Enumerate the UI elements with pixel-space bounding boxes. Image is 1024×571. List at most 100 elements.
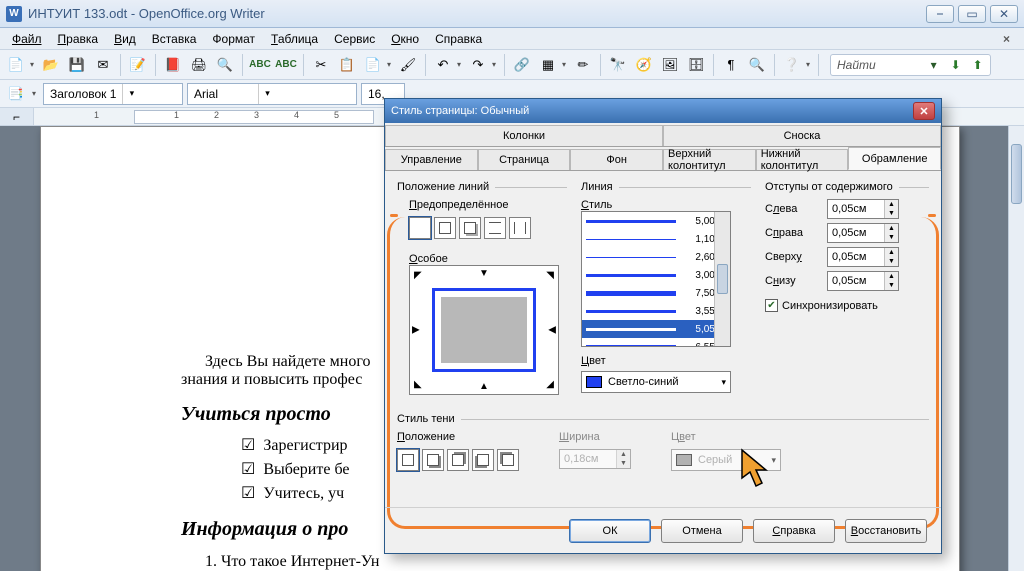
redo-dropdown[interactable]: ▾: [489, 60, 499, 69]
page-style-dialog: Стиль страницы: Обычный ✕ Колонки Сноска…: [384, 98, 942, 554]
zoom-button[interactable]: 🔍: [745, 53, 769, 77]
find-label: Найти: [833, 58, 880, 72]
undo-button[interactable]: ↶: [431, 53, 455, 77]
menu-bar: Файл Правка Вид Вставка Формат Таблица С…: [0, 28, 1024, 50]
cancel-button[interactable]: Отмена: [661, 519, 743, 543]
edit-doc-button[interactable]: 📝: [126, 53, 150, 77]
menu-window[interactable]: Окно: [383, 30, 427, 48]
border-preview[interactable]: ◤◥ ◣◢ ▼ ▲ ▶ ◀: [409, 265, 559, 395]
shadow-br[interactable]: [422, 449, 444, 471]
menu-table[interactable]: Таблица: [263, 30, 326, 48]
menu-help[interactable]: Справка: [427, 30, 490, 48]
reset-button[interactable]: Восстановить: [845, 519, 927, 543]
print-preview-button[interactable]: 🔍: [213, 53, 237, 77]
table-button[interactable]: ▦: [536, 53, 560, 77]
preset-none[interactable]: [409, 217, 431, 239]
shadow-tr[interactable]: [447, 449, 469, 471]
find-prev-button[interactable]: ⬆: [968, 56, 988, 74]
group-padding: Отступы от содержимого: [765, 181, 929, 193]
help-dropdown[interactable]: ▾: [803, 60, 813, 69]
nonprinting-chars-button[interactable]: ¶: [719, 53, 743, 77]
cut-button[interactable]: ✂: [309, 53, 333, 77]
tab-columns[interactable]: Колонки: [385, 125, 663, 146]
style-list-scrollbar[interactable]: [714, 212, 730, 346]
find-input[interactable]: [882, 56, 922, 74]
menu-insert[interactable]: Вставка: [144, 30, 205, 48]
shadow-position-row: [397, 449, 519, 471]
shadow-none[interactable]: [397, 449, 419, 471]
email-button[interactable]: ✉: [91, 53, 115, 77]
document-close-button[interactable]: ×: [993, 30, 1020, 48]
find-next-button[interactable]: ⬇: [946, 56, 966, 74]
font-name-combo[interactable]: Arial ▾: [187, 83, 357, 105]
preset-box[interactable]: [434, 217, 456, 239]
line-color-combo[interactable]: Светло-синий ▾: [581, 371, 731, 393]
preset-shadow[interactable]: [459, 217, 481, 239]
navigator-button[interactable]: 🧭: [632, 53, 656, 77]
find-dropdown[interactable]: ▾: [924, 56, 944, 74]
data-sources-button[interactable]: 🗄: [684, 53, 708, 77]
styles-dropdown[interactable]: ▾: [29, 89, 39, 98]
color-caret[interactable]: ▾: [721, 377, 726, 388]
dialog-title-bar[interactable]: Стиль страницы: Обычный ✕: [385, 99, 941, 123]
tab-manage[interactable]: Управление: [385, 149, 478, 170]
menu-edit[interactable]: Правка: [50, 30, 107, 48]
padding-top-input[interactable]: 0,05см▲▼: [827, 247, 899, 267]
help-button[interactable]: Справка: [753, 519, 835, 543]
tab-background[interactable]: Фон: [570, 149, 663, 170]
preset-4[interactable]: [509, 217, 531, 239]
undo-dropdown[interactable]: ▾: [454, 60, 464, 69]
close-window-button[interactable]: ✕: [990, 5, 1018, 23]
hyperlink-button[interactable]: 🔗: [510, 53, 534, 77]
standard-toolbar: 📄▾ 📂 💾 ✉ 📝 📕 🖨 🔍 ABC ABC ✂ 📋 📄▾ 🖌 ↶▾ ↷▾ …: [0, 50, 1024, 80]
table-dropdown[interactable]: ▾: [559, 60, 569, 69]
menu-tools[interactable]: Сервис: [326, 30, 383, 48]
line-style-list[interactable]: 5,00 pt 1,10 pt 2,60 pt 3,00 pt 7,50 pt …: [581, 211, 731, 347]
padding-left-input[interactable]: 0,05см▲▼: [827, 199, 899, 219]
shadow-tl[interactable]: [497, 449, 519, 471]
tabs-row-2: Управление Страница Фон Верхний колонтит…: [385, 147, 941, 171]
paste-button[interactable]: 📄: [361, 53, 385, 77]
styles-window-button[interactable]: 📑: [4, 82, 28, 106]
tab-footer[interactable]: Нижний колонтитул: [756, 149, 849, 170]
format-paintbrush-button[interactable]: 🖌: [396, 53, 420, 77]
menu-view[interactable]: Вид: [106, 30, 144, 48]
find-replace-button[interactable]: 🔭: [606, 53, 630, 77]
spellcheck-button[interactable]: ABC: [248, 53, 272, 77]
open-button[interactable]: 📂: [39, 53, 63, 77]
shadow-color-caret: ▾: [771, 455, 776, 466]
dialog-close-button[interactable]: ✕: [913, 102, 935, 120]
minimize-button[interactable]: ⎯: [926, 5, 954, 23]
paste-dropdown[interactable]: ▾: [384, 60, 394, 69]
padding-right-input[interactable]: 0,05см▲▼: [827, 223, 899, 243]
maximize-button[interactable]: ▭: [958, 5, 986, 23]
menu-format[interactable]: Формат: [204, 30, 263, 48]
auto-spellcheck-button[interactable]: ABC: [274, 53, 298, 77]
export-pdf-button[interactable]: 📕: [161, 53, 185, 77]
save-button[interactable]: 💾: [65, 53, 89, 77]
tab-borders[interactable]: Обрамление: [848, 147, 941, 170]
font-name-caret[interactable]: ▾: [258, 84, 276, 104]
tab-header[interactable]: Верхний колонтитул: [663, 149, 756, 170]
tab-footnote[interactable]: Сноска: [663, 125, 941, 146]
sync-checkbox[interactable]: ✔: [765, 299, 778, 312]
sync-checkbox-row[interactable]: ✔ Синхронизировать: [765, 299, 929, 312]
redo-button[interactable]: ↷: [466, 53, 490, 77]
new-doc-button[interactable]: 📄: [4, 53, 28, 77]
ok-button[interactable]: ОК: [569, 519, 651, 543]
menu-file[interactable]: Файл: [4, 30, 50, 48]
paragraph-style-caret[interactable]: ▾: [122, 84, 140, 104]
gallery-button[interactable]: 🖼: [658, 53, 682, 77]
shadow-bl[interactable]: [472, 449, 494, 471]
print-button[interactable]: 🖨: [187, 53, 211, 77]
vertical-scrollbar[interactable]: [1008, 126, 1024, 571]
new-doc-dropdown[interactable]: ▾: [27, 60, 37, 69]
show-draw-button[interactable]: ✏: [571, 53, 595, 77]
preset-3[interactable]: [484, 217, 506, 239]
padding-bottom-input[interactable]: 0,05см▲▼: [827, 271, 899, 291]
label-bottom: Снизу: [765, 275, 819, 287]
help-button[interactable]: ❔: [780, 53, 804, 77]
tab-page[interactable]: Страница: [478, 149, 571, 170]
paragraph-style-combo[interactable]: Заголовок 1 ▾: [43, 83, 183, 105]
copy-button[interactable]: 📋: [335, 53, 359, 77]
